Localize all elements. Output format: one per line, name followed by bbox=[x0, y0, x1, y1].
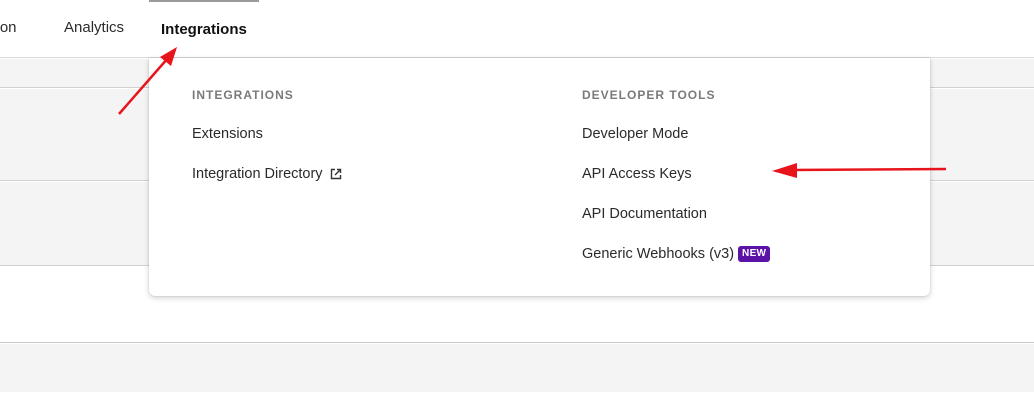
external-link-icon bbox=[329, 167, 343, 181]
new-badge: NEW bbox=[738, 246, 771, 262]
developer-tools-heading: DEVELOPER TOOLS bbox=[582, 88, 716, 102]
integrations-list: Extensions Integration Directory bbox=[192, 114, 343, 194]
integrations-dropdown-menu: INTEGRATIONS Extensions Integration Dire… bbox=[149, 58, 930, 296]
menu-item-generic-webhooks[interactable]: Generic Webhooks (v3) NEW bbox=[582, 234, 771, 274]
developer-tools-section: DEVELOPER TOOLS Developer Mode API Acces… bbox=[582, 88, 771, 284]
menu-item-label: Developer Mode bbox=[582, 126, 689, 142]
menu-item-label: Integration Directory bbox=[192, 166, 323, 182]
menu-item-developer-mode[interactable]: Developer Mode bbox=[582, 114, 770, 154]
menu-item-api-documentation[interactable]: API Documentation bbox=[582, 194, 770, 234]
page-row bbox=[0, 392, 1034, 415]
page-row bbox=[0, 344, 1034, 392]
nav-item-partial[interactable]: ation bbox=[0, 0, 17, 58]
integrations-heading: INTEGRATIONS bbox=[192, 88, 294, 102]
menu-item-label: Extensions bbox=[192, 126, 263, 142]
menu-item-api-access-keys[interactable]: API Access Keys bbox=[582, 154, 770, 194]
nav-item-integrations[interactable]: Integrations bbox=[149, 0, 259, 58]
menu-item-label: API Access Keys bbox=[582, 166, 692, 182]
menu-item-extensions[interactable]: Extensions bbox=[192, 114, 343, 154]
page: ation Analytics Integrations INTEGRATION… bbox=[0, 0, 1034, 415]
nav-item-analytics[interactable]: Analytics bbox=[64, 0, 124, 58]
menu-item-label: API Documentation bbox=[582, 206, 707, 222]
top-navigation: ation Analytics Integrations bbox=[0, 0, 1034, 58]
integrations-section: INTEGRATIONS Extensions Integration Dire… bbox=[192, 88, 343, 204]
menu-item-integration-directory[interactable]: Integration Directory bbox=[192, 154, 343, 194]
menu-item-label: Generic Webhooks (v3) bbox=[582, 246, 735, 262]
developer-tools-list: Developer Mode API Access Keys API Docum… bbox=[582, 114, 771, 274]
